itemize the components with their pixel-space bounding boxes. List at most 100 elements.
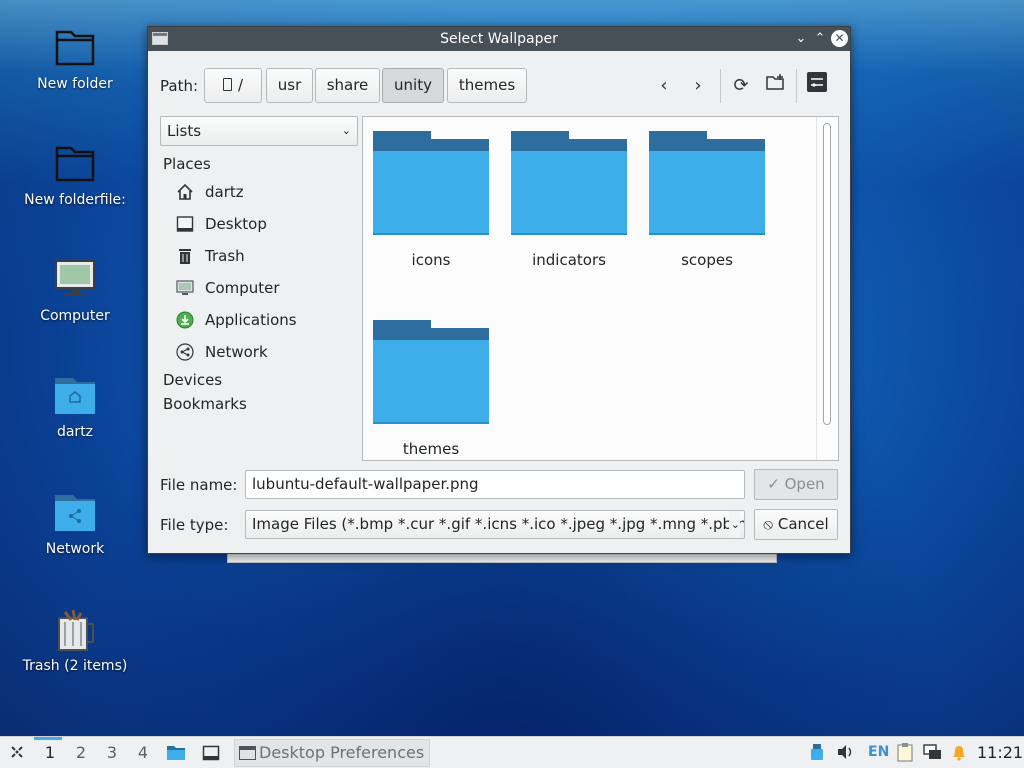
crumb-unity[interactable]: unity — [382, 68, 444, 103]
window-icon — [239, 746, 256, 760]
crumb-label: usr — [277, 76, 302, 94]
devices-header[interactable]: Devices — [163, 371, 222, 389]
crumb-themes[interactable]: themes — [447, 68, 527, 103]
file-name-input[interactable]: lubuntu-default-wallpaper.png — [245, 470, 745, 499]
folder-outline-icon — [51, 142, 99, 186]
folder-outline-icon — [51, 26, 99, 70]
desktop-icon — [176, 215, 194, 233]
desktop-icon-new-folderfile[interactable]: New folderfile: — [10, 142, 140, 208]
desktop-icon-label: dartz — [56, 424, 94, 440]
usb-icon[interactable] — [810, 743, 824, 765]
workspace-1[interactable]: 1 — [34, 737, 62, 762]
desktop-icon-new-folder[interactable]: New folder — [10, 26, 140, 92]
crumb-share[interactable]: share — [315, 68, 380, 103]
dialog-titlebar[interactable]: Select Wallpaper ⌄ ⌃ ✕ — [148, 27, 850, 51]
cancel-label: Cancel — [777, 515, 829, 533]
maximize-icon[interactable]: ⌃ — [811, 29, 829, 49]
notification-bell-icon[interactable] — [950, 743, 968, 765]
computer-icon — [51, 258, 99, 302]
folder-icon — [373, 131, 489, 237]
vertical-scrollbar[interactable] — [816, 117, 838, 460]
background-window-edge — [227, 554, 777, 563]
crumb-label: share — [326, 76, 369, 94]
path-label: Path: — [160, 77, 199, 95]
place-label: Desktop — [205, 215, 267, 233]
place-label: Trash — [205, 247, 245, 265]
desktop-icon-network[interactable]: Network — [10, 491, 140, 557]
options-icon[interactable] — [802, 71, 832, 101]
file-manager-icon[interactable] — [166, 745, 186, 765]
places-header[interactable]: Places — [163, 155, 211, 173]
home-icon — [176, 183, 194, 201]
chevron-down-icon: ⌄ — [341, 124, 351, 137]
cancel-icon: ⦸ — [763, 515, 778, 533]
folder-icon — [373, 320, 489, 426]
select-wallpaper-dialog: Select Wallpaper ⌄ ⌃ ✕ Path: / usr share… — [147, 26, 851, 554]
file-view[interactable]: icons indicators scopes themes — [362, 116, 839, 461]
forward-icon[interactable]: › — [683, 71, 713, 101]
file-name-label: File name: — [160, 476, 238, 494]
network-folder-icon — [51, 491, 99, 535]
minimize-icon[interactable]: ⌄ — [792, 29, 810, 49]
place-label: dartz — [205, 183, 244, 201]
show-desktop-icon[interactable] — [202, 745, 220, 765]
bookmarks-header[interactable]: Bookmarks — [163, 395, 247, 413]
network-icon — [176, 343, 194, 361]
desktop-icon-home[interactable]: dartz — [10, 374, 140, 440]
place-label: Network — [205, 343, 268, 361]
back-icon[interactable]: ‹ — [649, 71, 679, 101]
new-folder-icon[interactable] — [760, 71, 790, 101]
folder-icon — [511, 131, 627, 237]
file-name-value: lubuntu-default-wallpaper.png — [252, 475, 479, 493]
workspace-2[interactable]: 2 — [71, 743, 91, 762]
volume-icon[interactable] — [836, 744, 854, 764]
desktop-icon-label: New folder — [37, 76, 113, 92]
desktop-icon-computer[interactable]: Computer — [10, 258, 140, 324]
close-icon[interactable]: ✕ — [831, 30, 848, 47]
clipboard-icon[interactable] — [896, 742, 914, 766]
computer-icon — [176, 279, 194, 297]
file-type-label: File type: — [160, 516, 229, 534]
file-type-value: Image Files (*.bmp *.cur *.gif *.icns *.… — [252, 515, 745, 533]
refresh-icon[interactable]: ⟳ — [726, 71, 756, 101]
folder-name: scopes — [681, 251, 733, 269]
home-folder-icon — [51, 374, 99, 418]
place-label: Computer — [205, 279, 280, 297]
open-button[interactable]: ✓ Open — [754, 469, 838, 500]
folder-item[interactable]: indicators — [509, 131, 629, 269]
window-icon — [152, 32, 168, 45]
folder-item[interactable]: themes — [371, 320, 491, 458]
main-menu-icon[interactable] — [8, 743, 26, 761]
dialog-title: Select Wallpaper — [440, 31, 558, 47]
folder-item[interactable]: scopes — [647, 131, 767, 269]
crumb-label: / — [237, 76, 244, 94]
network-status-icon[interactable] — [923, 744, 943, 764]
task-title: Desktop Preferences — [259, 743, 425, 762]
workspace-3[interactable]: 3 — [102, 743, 122, 762]
task-desktop-preferences[interactable]: Desktop Preferences — [234, 739, 430, 767]
crumb-label: themes — [458, 76, 516, 94]
toolbar-separator — [796, 69, 797, 103]
trash-icon — [176, 247, 194, 265]
chevron-down-icon: ⌄ — [728, 511, 740, 538]
view-mode-value: Lists — [167, 122, 202, 140]
check-icon: ✓ — [767, 475, 785, 493]
folder-item[interactable]: icons — [371, 131, 491, 269]
clock[interactable]: 11:21 — [977, 743, 1023, 762]
workspace-4[interactable]: 4 — [133, 743, 153, 762]
cancel-button[interactable]: ⦸ Cancel — [754, 509, 838, 540]
desktop-icon-trash[interactable]: Trash (2 items) — [10, 608, 140, 674]
desktop-icon-label: Computer — [40, 308, 110, 324]
folder-name: themes — [402, 440, 460, 458]
device-icon — [222, 78, 232, 91]
crumb-root[interactable]: / — [204, 68, 262, 103]
trash-full-icon — [51, 608, 99, 652]
keyboard-layout[interactable]: EN — [868, 744, 889, 760]
crumb-usr[interactable]: usr — [266, 68, 313, 103]
file-type-select[interactable]: Image Files (*.bmp *.cur *.gif *.icns *.… — [245, 510, 745, 539]
desktop-icon-label: Trash (2 items) — [22, 658, 128, 674]
scrollbar-thumb[interactable] — [823, 123, 831, 425]
folder-icon — [649, 131, 765, 237]
view-mode-select[interactable]: Lists ⌄ — [160, 116, 358, 146]
crumb-label: unity — [394, 76, 432, 94]
